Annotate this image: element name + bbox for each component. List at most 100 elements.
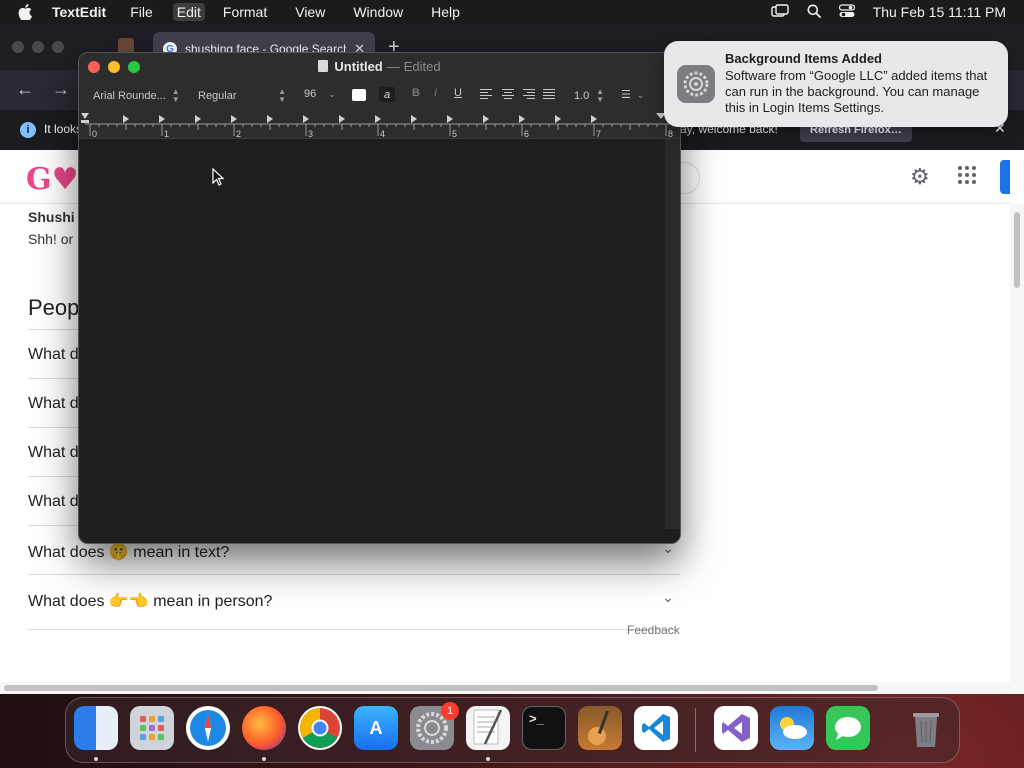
people-also-ask-heading: Peop <box>28 295 80 320</box>
settings-gear-icon[interactable]: ⚙ <box>910 164 930 190</box>
background-items-notification[interactable]: Background Items Added Software from “Go… <box>664 41 1008 127</box>
ruler-tab-stop[interactable] <box>159 115 165 123</box>
menu-edit[interactable]: Edit <box>172 3 205 21</box>
snippet-title[interactable]: Shushi <box>28 209 75 225</box>
forward-arrow-icon[interactable]: → <box>52 80 70 98</box>
question-text: What does 🤫 mean in text? <box>28 544 230 561</box>
vscode-icon[interactable] <box>634 706 678 750</box>
menu-window[interactable]: Window <box>349 3 407 21</box>
menu-app-name[interactable]: TextEdit <box>52 4 106 20</box>
textedit-icon[interactable] <box>466 706 510 750</box>
firefox-zoom-button[interactable] <box>52 41 64 53</box>
running-indicator <box>94 757 98 761</box>
menu-format[interactable]: Format <box>219 3 271 21</box>
ruler-number: 1 <box>164 129 169 139</box>
font-style-select[interactable]: Regular ▲ ▼ <box>198 88 286 104</box>
ruler-tab-stop[interactable] <box>231 115 237 123</box>
garageband-icon[interactable] <box>578 706 622 750</box>
line-spacing-select[interactable]: 1.0 ▲ ▼ <box>574 88 604 104</box>
chevron-down-icon: ⌄ <box>328 89 336 99</box>
ruler-tab-stop[interactable] <box>123 115 129 123</box>
firefox-close-button[interactable] <box>12 41 24 53</box>
system-settings-gear-icon <box>677 65 715 103</box>
notification-badge: 1 <box>441 702 459 720</box>
notification-body: Software from “Google LLC” added items t… <box>725 68 988 115</box>
textedit-title-bar[interactable]: Untitled — Edited <box>79 53 680 81</box>
highlight-color-button[interactable]: a <box>379 87 395 102</box>
finder-icon[interactable] <box>74 706 118 750</box>
align-center-icon[interactable] <box>502 89 514 99</box>
running-indicator <box>486 757 490 761</box>
info-icon: i <box>20 122 36 138</box>
ruler-tab-stop[interactable] <box>267 115 273 123</box>
weather-icon[interactable] <box>770 706 814 750</box>
launchpad-icon[interactable] <box>130 706 174 750</box>
safari-icon[interactable] <box>186 706 230 750</box>
menu-view[interactable]: View <box>291 3 329 21</box>
question-text: What d <box>28 346 79 363</box>
document-icon <box>318 60 329 72</box>
ruler-tab-stop[interactable] <box>411 115 417 123</box>
back-arrow-icon[interactable]: ← <box>16 80 34 98</box>
apple-menu-icon[interactable] <box>18 4 38 20</box>
ruler-tab-stop[interactable] <box>195 115 201 123</box>
page-vertical-scrollbar[interactable] <box>1010 204 1024 694</box>
bold-button[interactable]: B <box>412 87 420 99</box>
align-left-icon[interactable] <box>480 89 492 99</box>
ruler-tab-stop[interactable] <box>591 115 597 123</box>
google-doodle-logo[interactable]: G♥ <box>26 162 79 197</box>
sign-in-button[interactable] <box>1000 160 1010 194</box>
underline-button[interactable]: U <box>454 87 462 99</box>
ruler-tab-stop[interactable] <box>483 115 489 123</box>
text-color-swatch[interactable] <box>352 89 366 101</box>
menu-bar: TextEdit File Edit Format View Window He… <box>0 0 1024 24</box>
ruler-tab-stop[interactable] <box>447 115 453 123</box>
textedit-window: Untitled — Edited Arial Rounde... ▲ ▼ Regula… <box>78 52 681 544</box>
app-store-icon[interactable]: A <box>354 706 398 750</box>
google-apps-icon[interactable] <box>958 166 976 184</box>
dock: A 1 >_ <box>65 697 960 763</box>
left-margin-marker[interactable] <box>81 113 89 123</box>
font-size-select[interactable]: 96 ⌄ <box>304 88 336 100</box>
page-hscroll-thumb[interactable] <box>4 685 878 691</box>
title-separator: — <box>386 59 400 74</box>
ruler-tab-stop[interactable] <box>519 115 525 123</box>
screen-mirroring-icon[interactable] <box>770 3 789 21</box>
align-right-icon[interactable] <box>523 89 535 99</box>
menu-file[interactable]: File <box>126 3 157 21</box>
ruler-tab-stop[interactable] <box>555 115 561 123</box>
document-text-area[interactable] <box>79 139 680 529</box>
question-text: What d <box>28 395 79 412</box>
ruler-tab-stop[interactable] <box>303 115 309 123</box>
align-justify-icon[interactable] <box>543 89 555 99</box>
question-text: What d <box>28 444 79 461</box>
ruler-tab-stop[interactable] <box>375 115 381 123</box>
document-status: Edited <box>403 59 441 74</box>
firefox-icon[interactable] <box>242 706 286 750</box>
notification-title: Background Items Added <box>725 51 882 66</box>
list-bullets-select[interactable]: ☰ ⌄ <box>621 88 644 101</box>
ruler-tab-stop[interactable] <box>339 115 345 123</box>
trash-icon[interactable] <box>904 706 948 750</box>
visual-studio-icon[interactable] <box>714 706 758 750</box>
menu-bar-clock[interactable]: Thu Feb 15 11:11 PM <box>873 4 1006 20</box>
firefox-minimize-button[interactable] <box>32 41 44 53</box>
feedback-link[interactable]: Feedback <box>627 623 680 637</box>
chevron-down-icon[interactable]: ⌄ <box>662 589 674 606</box>
terminal-icon[interactable]: >_ <box>522 706 566 750</box>
menu-help[interactable]: Help <box>427 3 464 21</box>
ruler[interactable]: 0 1 2 3 4 5 6 7 8 <box>79 109 680 139</box>
page-scroll-thumb[interactable] <box>1014 212 1020 288</box>
chrome-icon[interactable] <box>298 706 342 750</box>
search-icon[interactable] <box>807 4 821 21</box>
messages-icon[interactable] <box>826 706 870 750</box>
ruler-number: 0 <box>92 129 97 139</box>
font-family-select[interactable]: Arial Rounde... ▲ ▼ <box>93 88 180 104</box>
control-center-icon[interactable] <box>838 3 855 21</box>
document-name[interactable]: Untitled <box>334 59 382 74</box>
page-horizontal-scrollbar[interactable] <box>0 682 1010 694</box>
question-text: What does 👉👈 mean in person? <box>28 593 273 610</box>
italic-button[interactable]: I <box>434 87 437 99</box>
question-row[interactable]: What does 👉👈 mean in person? ⌄ <box>28 574 680 630</box>
document-vertical-scrollbar[interactable] <box>665 139 680 529</box>
